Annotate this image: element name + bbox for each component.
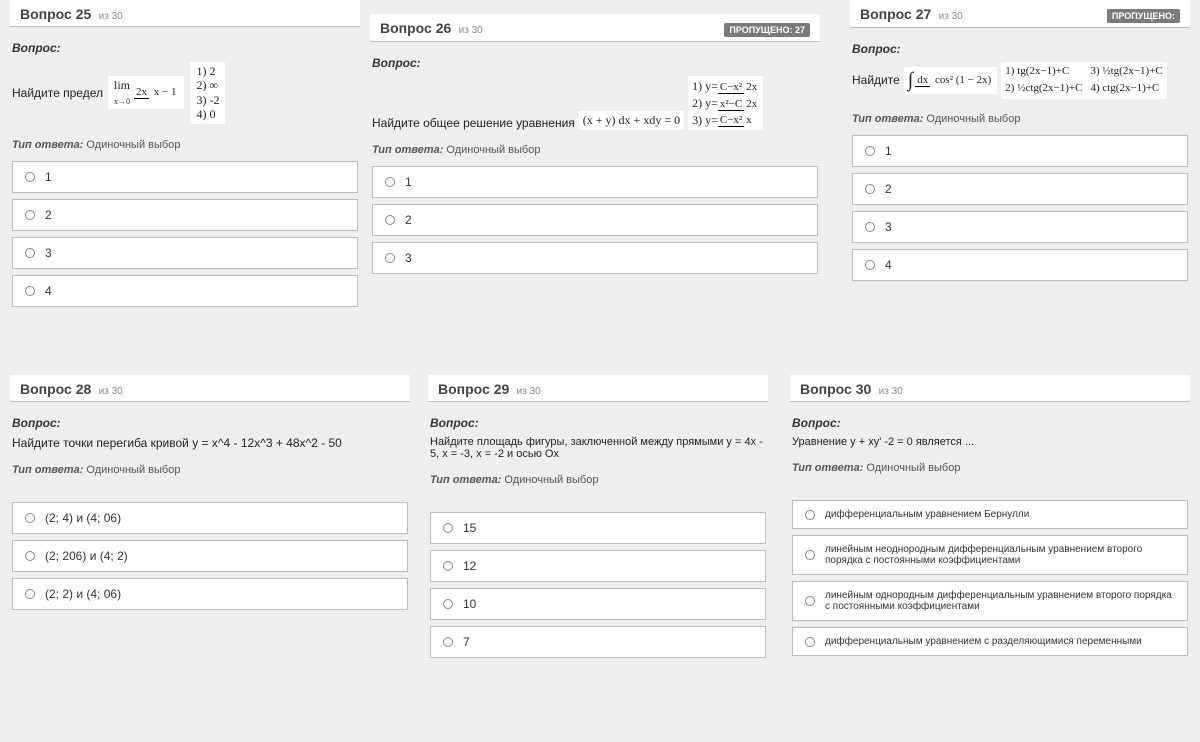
question-label: Вопрос:	[12, 416, 408, 430]
q29-number: Вопрос 29	[438, 381, 509, 397]
q26-option-2[interactable]: 2	[372, 204, 818, 236]
question-30-panel: Вопрос 30 из 30 Вопрос: Уравнение y + xy…	[780, 375, 1200, 668]
q27-option-1[interactable]: 1	[852, 135, 1188, 167]
question-label: Вопрос:	[430, 416, 766, 430]
answer-type-row: Тип ответа: Одиночный выбор	[12, 464, 408, 476]
answer-type-row: Тип ответа: Одиночный выбор	[12, 139, 358, 151]
q25-header: Вопрос 25 из 30	[10, 0, 360, 27]
q27-option-4[interactable]: 4	[852, 249, 1188, 281]
radio-icon	[443, 637, 453, 647]
q29-prompt: Найдите площадь фигуры, заключенной межд…	[430, 436, 766, 460]
q29-option-1[interactable]: 15	[430, 512, 766, 544]
q26-option-1[interactable]: 1	[372, 166, 818, 198]
question-26-panel: Вопрос 26 из 30 ПРОПУЩЕНО: 27 Вопрос: На…	[360, 0, 830, 286]
question-28-panel: Вопрос 28 из 30 Вопрос: Найдите точки пе…	[0, 375, 420, 622]
q27-number: Вопрос 27	[860, 6, 931, 22]
q28-of: из 30	[99, 386, 123, 397]
radio-icon	[25, 589, 35, 599]
answer-type-row: Тип ответа: Одиночный выбор	[372, 144, 818, 156]
q29-option-4[interactable]: 7	[430, 626, 766, 658]
q28-number: Вопрос 28	[20, 381, 91, 397]
q25-option-3[interactable]: 3	[12, 237, 358, 269]
question-label: Вопрос:	[852, 42, 1188, 56]
q27-answers: 1) tg(2x−1)+C3) ½tg(2x−1)+C 2) ½ctg(2x−1…	[1001, 62, 1166, 99]
q25-prompt: Найдите предел lim x→0 2x x − 1 1) 2 2) …	[12, 61, 358, 125]
q25-answers: 1) 2 2) ∞ 3) -2 4) 0	[189, 61, 226, 125]
q29-option-3[interactable]: 10	[430, 588, 766, 620]
q27-of: из 30	[939, 11, 963, 22]
q30-of: из 30	[879, 386, 903, 397]
q25-prompt-text: Найдите предел	[12, 86, 103, 100]
question-label: Вопрос:	[372, 56, 818, 70]
radio-icon	[443, 561, 453, 571]
skipped-badge: ПРОПУЩЕНО: 27	[724, 23, 810, 37]
radio-icon	[865, 260, 875, 270]
q26-of: из 30	[459, 25, 483, 36]
radio-icon	[25, 172, 35, 182]
radio-icon	[25, 248, 35, 258]
q30-option-2[interactable]: линейным неоднородным дифференциальным у…	[792, 535, 1188, 575]
question-label: Вопрос:	[792, 416, 1188, 430]
q27-header: Вопрос 27 из 30 ПРОПУЩЕНО:	[850, 0, 1190, 28]
q25-option-1[interactable]: 1	[12, 161, 358, 193]
q30-option-1[interactable]: дифференциальным уравнением Бернулли	[792, 500, 1188, 529]
q26-text: Найдите общее решение уравнения	[372, 116, 575, 130]
q27-integral: ∫ dx cos² (1 − 2x)	[904, 67, 997, 94]
q26-number: Вопрос 26	[380, 20, 451, 36]
q28-option-1[interactable]: (2; 4) и (4; 06)	[12, 502, 408, 534]
radio-icon	[25, 286, 35, 296]
q27-text: Найдите	[852, 73, 900, 87]
radio-icon	[25, 551, 35, 561]
q28-header: Вопрос 28 из 30	[10, 375, 410, 402]
question-25-panel: Вопрос 25 из 30 Вопрос: Найдите предел l…	[0, 0, 370, 319]
question-label: Вопрос:	[12, 41, 358, 55]
radio-icon	[805, 596, 815, 606]
radio-icon	[25, 210, 35, 220]
radio-icon	[443, 523, 453, 533]
radio-icon	[443, 599, 453, 609]
q29-of: из 30	[517, 386, 541, 397]
q29-option-2[interactable]: 12	[430, 550, 766, 582]
radio-icon	[385, 177, 395, 187]
skipped-badge: ПРОПУЩЕНО:	[1107, 9, 1180, 23]
answer-type-row: Тип ответа: Одиночный выбор	[430, 474, 766, 486]
q26-header: Вопрос 26 из 30 ПРОПУЩЕНО: 27	[370, 14, 820, 42]
q27-option-2[interactable]: 2	[852, 173, 1188, 205]
q26-option-3[interactable]: 3	[372, 242, 818, 274]
q27-option-3[interactable]: 3	[852, 211, 1188, 243]
q25-of: из 30	[99, 11, 123, 22]
question-29-panel: Вопрос 29 из 30 Вопрос: Найдите площадь …	[418, 375, 778, 670]
radio-icon	[805, 637, 815, 647]
q30-option-4[interactable]: дифференциальным уравнением с разделяющи…	[792, 627, 1188, 656]
q28-option-2[interactable]: (2; 206) и (4; 2)	[12, 540, 408, 572]
q28-option-3[interactable]: (2; 2) и (4; 06)	[12, 578, 408, 610]
radio-icon	[865, 184, 875, 194]
q30-header: Вопрос 30 из 30	[790, 375, 1190, 402]
q28-prompt: Найдите точки перегиба кривой y = x^4 - …	[12, 436, 408, 450]
radio-icon	[385, 253, 395, 263]
q25-option-2[interactable]: 2	[12, 199, 358, 231]
question-27-panel: Вопрос 27 из 30 ПРОПУЩЕНО: Вопрос: Найди…	[840, 0, 1200, 293]
answer-type-row: Тип ответа: Одиночный выбор	[792, 462, 1188, 474]
q25-number: Вопрос 25	[20, 6, 91, 22]
q25-option-4[interactable]: 4	[12, 275, 358, 307]
radio-icon	[865, 222, 875, 232]
radio-icon	[865, 146, 875, 156]
radio-icon	[805, 550, 815, 560]
answer-type-row: Тип ответа: Одиночный выбор	[852, 113, 1188, 125]
q26-equation: (x + y) dx + xdy = 0	[579, 111, 684, 130]
radio-icon	[25, 513, 35, 523]
q30-option-3[interactable]: линейным однородным дифференциальным ура…	[792, 581, 1188, 621]
q25-limit: lim x→0 2x x − 1	[107, 75, 185, 110]
q30-prompt: Уравнение y + xy' -2 = 0 является ...	[792, 436, 1188, 448]
q26-prompt: Найдите общее решение уравнения (x + y) …	[372, 76, 818, 130]
radio-icon	[385, 215, 395, 225]
q27-prompt: Найдите ∫ dx cos² (1 − 2x) 1) tg(2x−1)+C…	[852, 62, 1188, 99]
q29-header: Вопрос 29 из 30	[428, 375, 768, 402]
q30-number: Вопрос 30	[800, 381, 871, 397]
radio-icon	[805, 510, 815, 520]
q26-answers: 1) y=C−x²2x 2) y=x²−C2x 3) y=C−x²x	[688, 76, 763, 130]
